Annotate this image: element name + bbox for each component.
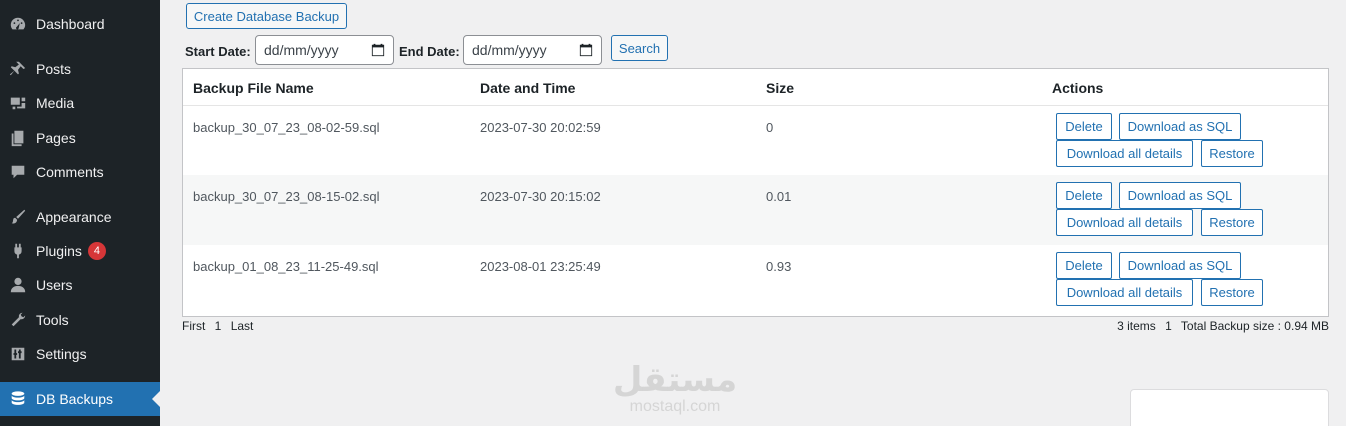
comment-icon (0, 163, 36, 181)
watermark-latin: mostaql.com (629, 398, 721, 415)
backup-datetime: 2023-07-30 20:02:59 (480, 120, 601, 135)
sidebar-item-comments[interactable]: Comments (0, 155, 160, 189)
sidebar-item-plugins[interactable]: Plugins 4 (0, 234, 160, 268)
dashboard-icon (0, 15, 36, 33)
backup-datetime: 2023-07-30 20:15:02 (480, 189, 601, 204)
download-all-details-button[interactable]: Download all details (1056, 209, 1193, 236)
backup-size: 0.93 (766, 259, 792, 274)
sidebar-item-label: Pages (36, 130, 76, 146)
sidebar-item-label: Tools (36, 312, 69, 328)
download-sql-button[interactable]: Download as SQL (1119, 113, 1241, 140)
database-icon (0, 390, 36, 408)
media-icon (0, 94, 36, 112)
wrench-icon (0, 311, 36, 329)
pages-icon (0, 129, 36, 147)
sidebar-item-appearance[interactable]: Appearance (0, 200, 160, 234)
backups-table: Backup File Name Date and Time Size Acti… (182, 68, 1329, 317)
sidebar-item-pages[interactable]: Pages (0, 121, 160, 155)
sidebar-item-label: Plugins (36, 243, 82, 259)
pagination: First 1 Last (182, 319, 259, 333)
admin-sidebar: Dashboard Posts Media Pages Comments App… (0, 0, 160, 426)
column-header-size: Size (766, 80, 795, 96)
sidebar-item-db-backups[interactable]: DB Backups (0, 382, 160, 416)
backup-file-name: backup_30_07_23_08-02-59.sql (193, 120, 380, 135)
sidebar-item-label: Users (36, 277, 73, 293)
column-header-datetime: Date and Time (480, 80, 576, 96)
calendar-icon[interactable] (371, 43, 385, 57)
watermark-arabic: مستقل (612, 361, 738, 399)
sidebar-item-label: Media (36, 95, 75, 111)
backup-size: 0.01 (766, 189, 792, 204)
backup-size: 0 (766, 120, 774, 135)
total-backup-size: Total Backup size : 0.94 MB (1180, 319, 1329, 333)
download-all-details-button[interactable]: Download all details (1056, 279, 1193, 306)
start-date-input[interactable]: dd/mm/yyyy (255, 35, 394, 65)
download-sql-button[interactable]: Download as SQL (1119, 182, 1241, 209)
items-count: 3 items (1117, 319, 1156, 333)
sidebar-item-label: DB Backups (36, 391, 114, 407)
download-sql-button[interactable]: Download as SQL (1119, 252, 1241, 279)
delete-button[interactable]: Delete (1056, 252, 1112, 279)
table-row: backup_30_07_23_08-02-59.sql 2023-07-30 … (183, 105, 1328, 175)
restore-button[interactable]: Restore (1201, 279, 1263, 306)
start-date-label: Start Date: (185, 44, 251, 59)
backup-datetime: 2023-08-01 23:25:49 (480, 259, 601, 274)
watermark-logo: مستقل mostaql.com (610, 362, 740, 416)
sidebar-item-users[interactable]: Users (0, 268, 160, 302)
pagination-page-link[interactable]: 1 (215, 319, 222, 333)
delete-button[interactable]: Delete (1056, 113, 1112, 140)
pagination-first-link[interactable]: First (182, 319, 205, 333)
sidebar-item-label: Settings (36, 346, 87, 362)
backup-file-name: backup_01_08_23_11-25-49.sql (193, 259, 379, 274)
backup-summary: 3 items 1 Total Backup size : 0.94 MB (1117, 319, 1329, 333)
sidebar-item-dashboard[interactable]: Dashboard (0, 7, 160, 41)
table-row: backup_01_08_23_11-25-49.sql 2023-08-01 … (183, 245, 1328, 315)
end-date-input[interactable]: dd/mm/yyyy (463, 35, 602, 65)
pin-icon (0, 60, 36, 78)
sidebar-item-tools[interactable]: Tools (0, 303, 160, 337)
user-icon (0, 276, 36, 294)
current-page: 1 (1165, 319, 1172, 333)
download-all-details-button[interactable]: Download all details (1056, 140, 1193, 167)
create-backup-button[interactable]: Create Database Backup (186, 3, 347, 29)
sidebar-item-label: Dashboard (36, 16, 105, 32)
brush-icon (0, 208, 36, 226)
calendar-icon[interactable] (579, 43, 593, 57)
sidebar-item-posts[interactable]: Posts (0, 52, 160, 86)
side-panel-box (1130, 389, 1329, 426)
plugins-update-badge: 4 (87, 242, 106, 260)
settings-icon (0, 345, 36, 363)
end-date-placeholder: dd/mm/yyyy (472, 42, 547, 58)
pagination-last-link[interactable]: Last (231, 319, 254, 333)
table-row: backup_30_07_23_08-15-02.sql 2023-07-30 … (183, 175, 1328, 245)
search-button[interactable]: Search (611, 35, 668, 61)
end-date-label: End Date: (399, 44, 460, 59)
sidebar-item-label: Posts (36, 61, 72, 77)
column-header-file: Backup File Name (193, 80, 314, 96)
restore-button[interactable]: Restore (1201, 209, 1263, 236)
backup-file-name: backup_30_07_23_08-15-02.sql (193, 189, 380, 204)
sidebar-item-label: Appearance (36, 209, 112, 225)
plug-icon (0, 242, 36, 260)
delete-button[interactable]: Delete (1056, 182, 1112, 209)
restore-button[interactable]: Restore (1201, 140, 1263, 167)
sidebar-item-settings[interactable]: Settings (0, 337, 160, 371)
sidebar-item-label: Comments (36, 164, 104, 180)
start-date-placeholder: dd/mm/yyyy (264, 42, 339, 58)
sidebar-item-media[interactable]: Media (0, 86, 160, 120)
column-header-actions: Actions (1052, 80, 1104, 96)
